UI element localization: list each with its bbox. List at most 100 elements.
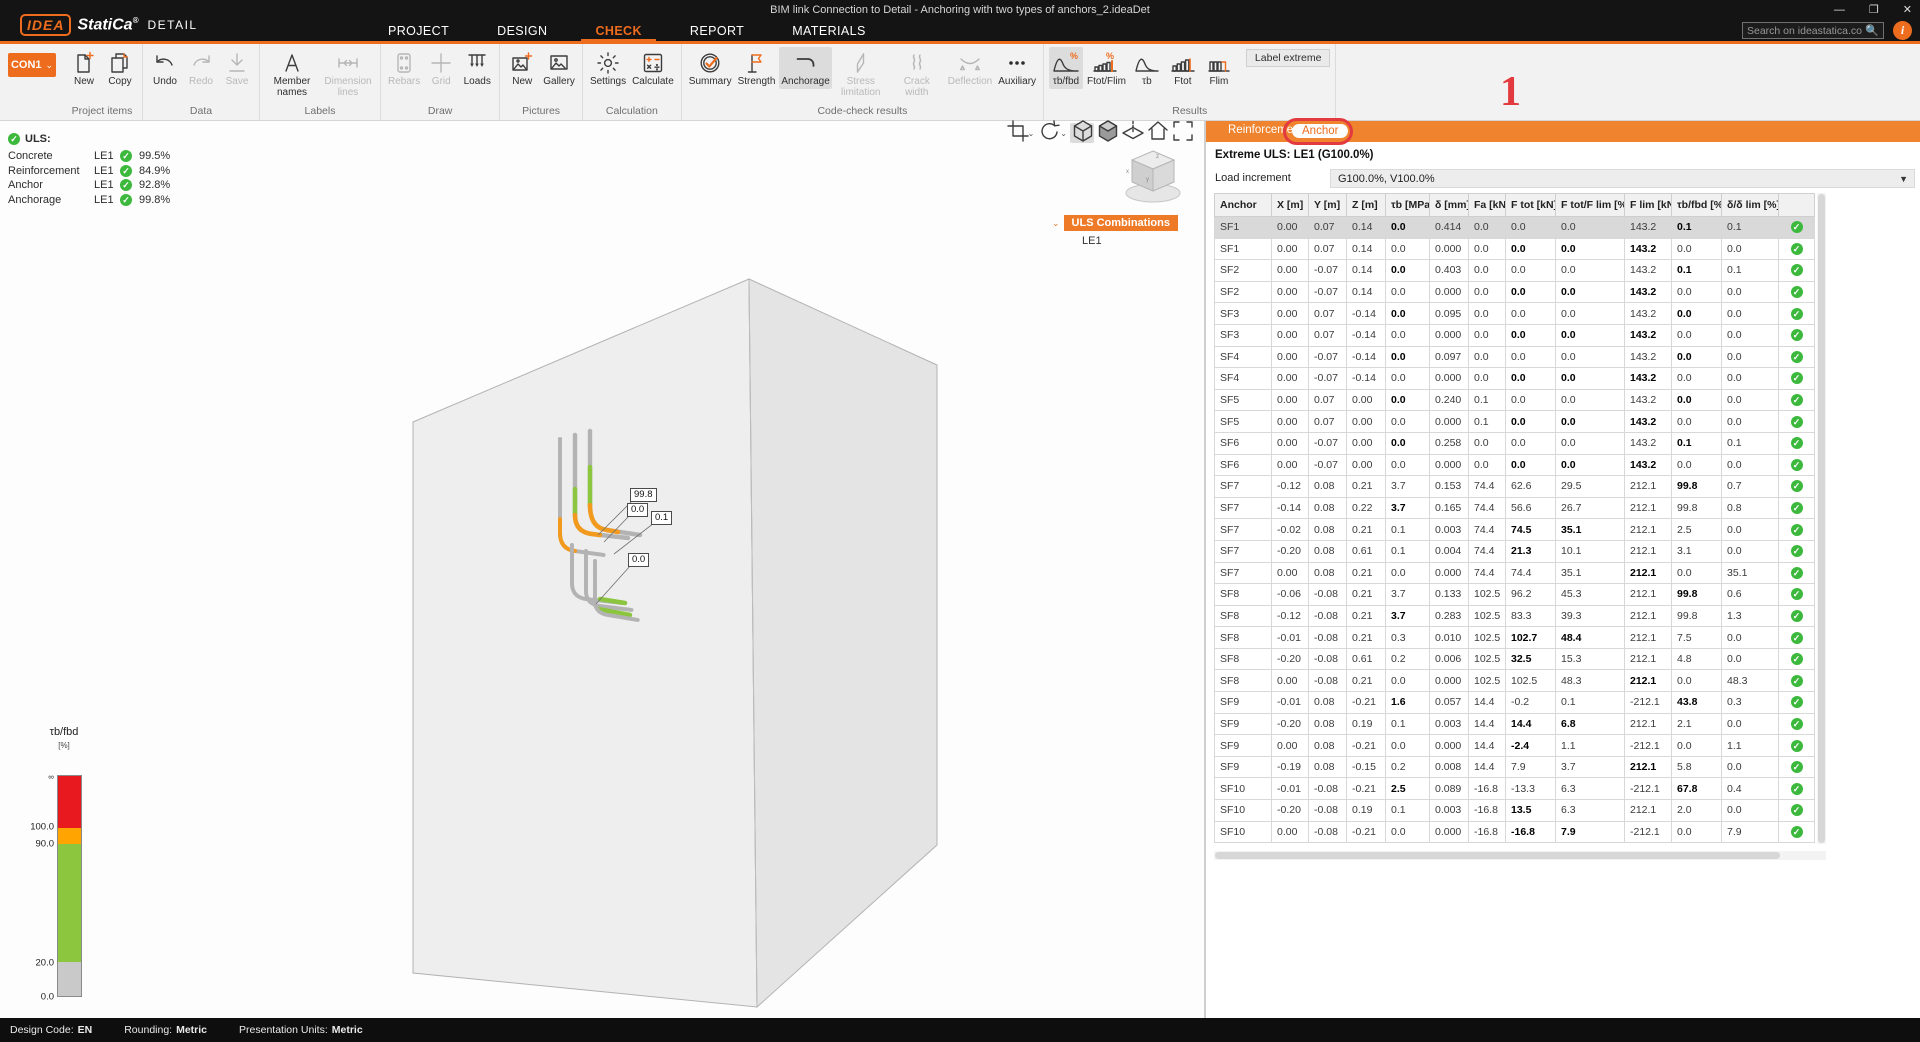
menu-check[interactable]: CHECK [595,24,641,38]
settings-button[interactable]: Settings [588,47,628,89]
ftot-button[interactable]: Ftot [1166,47,1200,89]
column-header-fa-kn[interactable]: Fa [kN] [1469,194,1506,217]
uls-item-name: Anchorage [8,194,94,206]
column-header-b-fbd[interactable]: τb/fbd [%] [1672,194,1722,217]
table-row[interactable]: SF100.00-0.08-0.210.00.000-16.8-16.87.9-… [1215,821,1815,843]
vertical-scrollbar[interactable] [1817,193,1826,844]
column-header-item[interactable] [1779,194,1815,217]
table-row[interactable]: SF9-0.200.080.190.10.00314.414.46.8212.1… [1215,713,1815,735]
rotate-button[interactable] [1037,123,1061,143]
column-header-z-m[interactable]: Z [m] [1347,194,1386,217]
table-row[interactable]: SF8-0.01-0.080.210.30.010102.5102.748.42… [1215,627,1815,649]
value-cell: 0.0 [1386,260,1430,282]
search-box[interactable]: 🔍 [1742,22,1884,39]
navigation-cube[interactable]: x y z [1116,139,1190,213]
info-badge-icon[interactable]: i [1893,21,1912,40]
copy-button[interactable]: Copy [103,47,137,89]
table-row[interactable]: SF30.000.07-0.140.00.0950.00.00.0143.20.… [1215,303,1815,325]
load-increment-dropdown[interactable]: G100.0%, V100.0% ▼ [1330,169,1915,188]
column-header-anchor[interactable]: Anchor [1215,194,1272,217]
new-button[interactable]: New [67,47,101,89]
horizontal-scrollbar[interactable] [1214,851,1826,860]
value-cell: 0.0 [1506,346,1556,368]
table-row[interactable]: SF50.000.070.000.00.0000.10.00.0143.20.0… [1215,411,1815,433]
table-row[interactable]: SF60.00-0.070.000.00.2580.00.00.0143.20.… [1215,432,1815,454]
column-header-f-lim-kn[interactable]: F lim [kN] [1625,194,1672,217]
table-row[interactable]: SF80.00-0.080.210.00.000102.5102.548.321… [1215,670,1815,692]
menu-materials[interactable]: MATERIALS [792,24,866,38]
table-row[interactable]: SF7-0.200.080.610.10.00474.421.310.1212.… [1215,540,1815,562]
status-ok-icon: ✓ [1791,718,1803,730]
b-button[interactable]: τb [1130,47,1164,89]
3d-viewport[interactable]: ⌄⌄ x y z ✓ ULS: ConcreteLE1✓99.5%Reinfor… [0,121,1204,1018]
close-button[interactable]: ✕ [1903,0,1912,20]
undo-icon [150,48,180,77]
auxiliary-icon [1002,48,1032,77]
gallery-button[interactable]: Gallery [541,47,577,89]
value-cell: 0.0 [1469,346,1506,368]
menu-project[interactable]: PROJECT [388,24,449,38]
column-header-lim[interactable]: δ/δ lim [%] [1722,194,1779,217]
table-row[interactable]: SF7-0.140.080.223.70.16574.456.626.7212.… [1215,497,1815,519]
column-header-y-m[interactable]: Y [m] [1309,194,1347,217]
search-input[interactable] [1747,25,1862,37]
table-row[interactable]: SF9-0.010.08-0.211.60.05714.4-0.20.1-212… [1215,692,1815,714]
table-row[interactable]: SF20.00-0.070.140.00.4030.00.00.0143.20.… [1215,260,1815,282]
chevron-down-icon[interactable]: ⌄ [1028,129,1035,138]
column-header-f-tot-f-lim[interactable]: F tot/F lim [%] [1556,194,1625,217]
table-row[interactable]: SF90.000.08-0.210.00.00014.4-2.41.1-212.… [1215,735,1815,757]
calculate-button[interactable]: Calculate [630,47,676,89]
column-header-f-tot-kn[interactable]: F tot [kN] [1506,194,1556,217]
status-ok-icon: ✓ [1791,653,1803,665]
tab-anchor[interactable]: Anchor [1292,124,1348,138]
tree-root-uls-combinations[interactable]: ⌄ ULS Combinations [1052,215,1178,231]
auxiliary-button[interactable]: Auxiliary [996,47,1038,89]
table-row[interactable]: SF8-0.06-0.080.213.70.133102.596.245.321… [1215,584,1815,606]
b-fbd-button[interactable]: %τb/fbd [1049,47,1083,89]
cube-wire-button[interactable] [1070,123,1094,143]
table-row[interactable]: SF70.000.080.210.00.00074.474.435.1212.1… [1215,562,1815,584]
strength-button[interactable]: Strength [736,47,778,89]
table-row[interactable]: SF10-0.01-0.08-0.212.50.089-16.8-13.36.3… [1215,778,1815,800]
table-row[interactable]: SF40.00-0.07-0.140.00.0970.00.00.0143.20… [1215,346,1815,368]
table-row[interactable]: SF60.00-0.070.000.00.0000.00.00.0143.20.… [1215,454,1815,476]
table-row[interactable]: SF8-0.12-0.080.213.70.283102.583.339.321… [1215,605,1815,627]
restore-button[interactable]: ❐ [1869,0,1879,20]
status-cell: ✓ [1779,454,1815,476]
table-row[interactable]: SF9-0.190.08-0.150.20.00814.47.93.7212.1… [1215,756,1815,778]
menu-report[interactable]: REPORT [690,24,744,38]
status-ok-icon: ✓ [1791,567,1803,579]
table-row[interactable]: SF10.000.070.140.00.4140.00.00.0143.20.1… [1215,217,1815,239]
status-cell: ✓ [1779,260,1815,282]
table-row[interactable]: SF7-0.020.080.210.10.00374.474.535.1212.… [1215,519,1815,541]
table-row[interactable]: SF7-0.120.080.213.70.15374.462.629.5212.… [1215,476,1815,498]
new-button[interactable]: New [505,47,539,89]
loads-button[interactable]: Loads [460,47,494,89]
scrollbar-thumb[interactable] [1215,852,1780,859]
summary-button[interactable]: Summary [687,47,734,89]
table-row[interactable]: SF30.000.07-0.140.00.0000.00.00.0143.20.… [1215,324,1815,346]
table-row[interactable]: SF10.000.070.140.00.0000.00.00.0143.20.0… [1215,238,1815,260]
chevron-down-icon[interactable]: ⌄ [1060,129,1067,138]
flim-button[interactable]: Flim [1202,47,1236,89]
status-cell: ✓ [1779,821,1815,843]
table-row[interactable]: SF10-0.20-0.080.190.10.003-16.813.56.321… [1215,800,1815,822]
column-header-mm[interactable]: δ [mm] [1430,194,1469,217]
menu-design[interactable]: DESIGN [497,24,547,38]
table-row[interactable]: SF20.00-0.070.140.00.0000.00.00.0143.20.… [1215,281,1815,303]
anchorage-button[interactable]: Anchorage [779,47,831,89]
undo-button[interactable]: Undo [148,47,182,89]
table-row[interactable]: SF40.00-0.07-0.140.00.0000.00.00.0143.20… [1215,368,1815,390]
crop-button[interactable] [1005,123,1029,143]
scrollbar-thumb[interactable] [1818,194,1825,843]
ftot-flim-button[interactable]: %Ftot/Flim [1085,47,1128,89]
column-header-b-mpa[interactable]: τb [MPa] [1386,194,1430,217]
con1-selector-button[interactable]: CON1⌄ [8,53,56,77]
table-row[interactable]: SF50.000.070.000.00.2400.10.00.0143.20.0… [1215,389,1815,411]
minimize-button[interactable]: — [1834,0,1845,20]
label-extreme-button[interactable]: Label extreme [1246,49,1331,67]
column-header-x-m[interactable]: X [m] [1272,194,1309,217]
table-row[interactable]: SF8-0.20-0.080.610.20.006102.532.515.321… [1215,648,1815,670]
tree-item-le1[interactable]: LE1 [1082,235,1178,247]
member-names-button[interactable]: Member names [265,47,319,99]
